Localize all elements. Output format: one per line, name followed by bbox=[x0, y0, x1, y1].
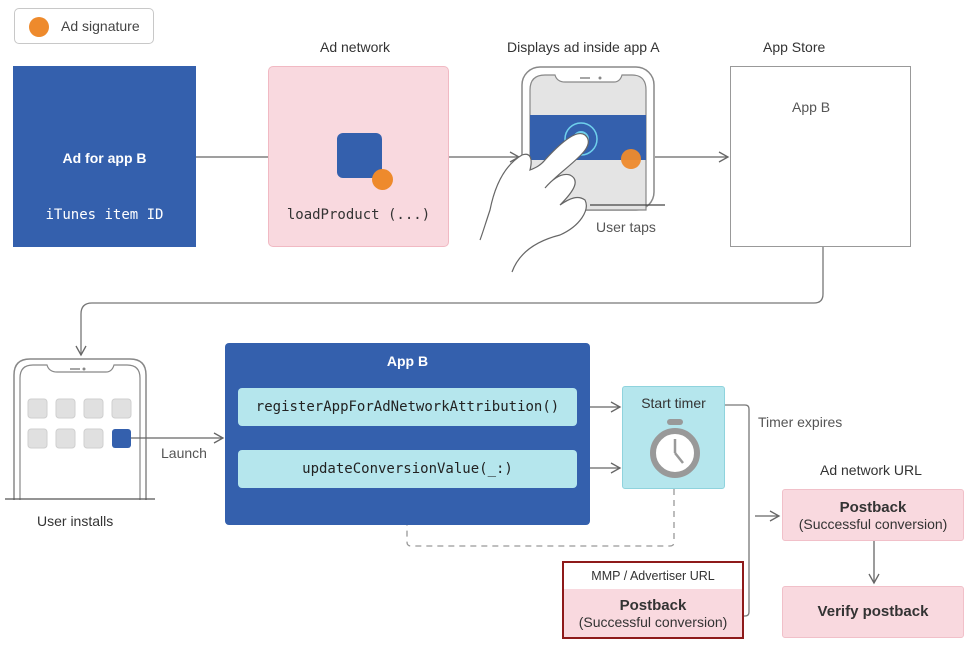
itunes-item-id-label: iTunes item ID bbox=[45, 207, 164, 223]
register-app-method: registerAppForAdNetworkAttribution() bbox=[238, 388, 577, 426]
app-b-title: App B bbox=[386, 353, 429, 369]
mmp-url-heading: MMP / Advertiser URL bbox=[564, 563, 742, 589]
postback-subtitle: (Successful conversion) bbox=[798, 516, 948, 532]
postback-title: Postback bbox=[839, 499, 907, 516]
start-timer-box: Start timer bbox=[622, 386, 725, 489]
ad-for-app-b-box: Ad for app B iTunes item ID bbox=[13, 66, 196, 247]
user-taps-caption: User taps bbox=[596, 219, 656, 235]
start-timer-label: Start timer bbox=[641, 395, 706, 411]
user-installs-caption: User installs bbox=[37, 513, 114, 529]
legend: Ad signature bbox=[14, 8, 154, 44]
displays-ad-heading: Displays ad inside app A bbox=[507, 39, 660, 55]
launch-label: Launch bbox=[161, 445, 207, 461]
mmp-postback-box: MMP / Advertiser URL Postback (Successfu… bbox=[562, 561, 744, 639]
legend-label: Ad signature bbox=[61, 18, 140, 34]
verify-postback-box: Verify postback bbox=[782, 586, 964, 638]
ad-signature-icon bbox=[29, 17, 49, 37]
mmp-postback-body: Postback (Successful conversion) bbox=[564, 589, 742, 637]
ad-network-heading: Ad network bbox=[320, 39, 391, 55]
ad-network-postback-box: Postback (Successful conversion) bbox=[782, 489, 964, 541]
app-store-heading: App Store bbox=[763, 39, 826, 55]
ad-for-app-title: Ad for app B bbox=[62, 150, 147, 166]
mmp-postback-subtitle: (Successful conversion) bbox=[578, 614, 728, 630]
stopwatch-icon bbox=[650, 419, 700, 478]
app-b-box: App B registerAppForAdNetworkAttribution… bbox=[225, 343, 590, 525]
arrow-store-to-install bbox=[75, 247, 824, 357]
phone-app-a-illustration bbox=[479, 66, 665, 273]
ad-network-url-heading: Ad network URL bbox=[820, 462, 922, 478]
phone-home-screen-illustration bbox=[5, 358, 155, 500]
timer-expires-label: Timer expires bbox=[758, 414, 843, 430]
ad-network-box: loadProduct (...) bbox=[268, 66, 449, 247]
update-conversion-method: updateConversionValue(_:) bbox=[238, 450, 577, 488]
app-store-box bbox=[730, 66, 911, 247]
app-store-app-name: App B bbox=[792, 99, 831, 115]
load-product-code: loadProduct (...) bbox=[286, 207, 431, 223]
mmp-postback-title: Postback bbox=[619, 597, 687, 614]
ad-signature-icon bbox=[372, 169, 393, 190]
